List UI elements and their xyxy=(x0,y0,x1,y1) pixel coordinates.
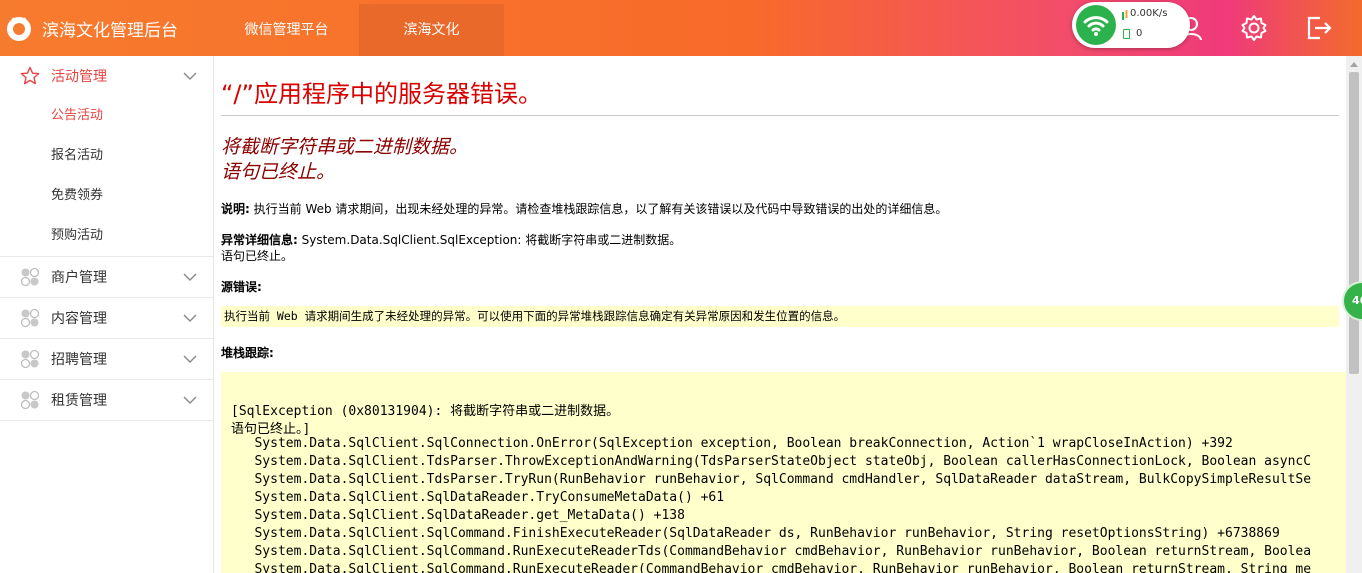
sidebar-item-content-management[interactable]: 内容管理 xyxy=(0,298,213,338)
star-icon xyxy=(20,66,40,85)
source-error-label: 源错误: xyxy=(221,278,262,295)
sidebar-item-label: 租赁管理 xyxy=(51,393,107,409)
sidebar-subitem-signup[interactable]: 报名活动 xyxy=(0,136,213,176)
stack-line: System.Data.SqlClient.TdsParser.ThrowExc… xyxy=(231,454,1312,469)
chevron-down-icon xyxy=(183,314,197,322)
logo-icon xyxy=(7,17,31,41)
content-frame: “/”应用程序中的服务器错误。 将截断字符串或二进制数据。 语句已终止。 说明:… xyxy=(214,56,1346,573)
speed-arrows-icon xyxy=(1122,10,1128,20)
top-nav: 微信管理平台 滨海文化 xyxy=(214,4,504,56)
exception-details: 异常详细信息: System.Data.SqlClient.SqlExcepti… xyxy=(221,231,681,248)
sidebar-subitem-presale[interactable]: 预购活动 xyxy=(0,216,213,256)
description-label: 说明: xyxy=(221,202,250,216)
battery-icon xyxy=(1123,29,1130,39)
sidebar-item-activity-management[interactable]: 活动管理 xyxy=(0,56,213,96)
scrollbar-thumb[interactable] xyxy=(1349,72,1359,374)
network-monitor-widget[interactable]: 0.00K/s 0 xyxy=(1072,2,1190,48)
menu-group-recruitment: 招聘管理 xyxy=(0,339,213,380)
device-count: 0 xyxy=(1136,28,1143,39)
wifi-icon xyxy=(1076,5,1116,45)
stack-line: System.Data.SqlClient.TdsParser.TryRun(R… xyxy=(231,472,1312,487)
sidebar-item-leasing-management[interactable]: 租赁管理 xyxy=(0,380,213,420)
source-error-label-text: 源错误: xyxy=(221,280,262,294)
menu-group-merchant: 商户管理 xyxy=(0,257,213,298)
error-description: 说明: 执行当前 Web 请求期间，出现未经处理的异常。请检查堆栈跟踪信息，以了… xyxy=(221,200,947,217)
source-error-box: 执行当前 Web 请求期间生成了未经处理的异常。可以使用下面的异常堆栈跟踪信息确… xyxy=(221,306,1339,327)
nav-binhai-culture[interactable]: 滨海文化 xyxy=(359,4,504,56)
brand-title: 滨海文化管理后台 xyxy=(42,20,178,41)
stack-trace-label: 堆栈跟踪: xyxy=(221,344,274,361)
nav-wechat-platform[interactable]: 微信管理平台 xyxy=(214,4,359,56)
grid-icon xyxy=(20,390,40,410)
grid-icon xyxy=(20,308,40,328)
sidebar-subitem-free-coupon[interactable]: 免费领券 xyxy=(0,176,213,216)
sidebar-item-label: 活动管理 xyxy=(51,69,107,85)
exception-details-line-2: 语句已终止。 xyxy=(221,249,294,263)
logout-icon[interactable] xyxy=(1304,14,1332,42)
menu-group-content: 内容管理 xyxy=(0,298,213,339)
chevron-down-icon xyxy=(183,355,197,363)
stack-trace-box: [SqlException (0x80131904): 将截断字符串或二进制数据… xyxy=(221,372,1346,573)
error-subtitle-2: 语句已终止。 xyxy=(221,161,336,183)
description-text: 执行当前 Web 请求期间，出现未经处理的异常。请检查堆栈跟踪信息，以了解有关该… xyxy=(249,202,948,216)
stack-line: System.Data.SqlClient.SqlDataReader.get_… xyxy=(231,508,685,523)
stack-line: System.Data.SqlClient.SqlCommand.FinishE… xyxy=(231,526,1280,541)
grid-icon xyxy=(20,349,40,369)
exception-details-label: 异常详细信息: xyxy=(221,233,298,247)
stack-line: System.Data.SqlClient.SqlCommand.RunExec… xyxy=(231,544,1312,559)
network-speed: 0.00K/s xyxy=(1130,8,1168,19)
menu-group-activity: 活动管理 公告活动 报名活动 免费领券 预购活动 xyxy=(0,56,213,257)
chevron-down-icon xyxy=(183,396,197,404)
error-title: “/”应用程序中的服务器错误。 xyxy=(221,80,542,108)
sidebar: 活动管理 公告活动 报名活动 免费领券 预购活动 商户管理 内容管理 招聘管理 … xyxy=(0,56,214,573)
sidebar-subitem-announcement[interactable]: 公告活动 xyxy=(0,96,213,136)
error-subtitle-1: 将截断字符串或二进制数据。 xyxy=(221,136,469,158)
sidebar-item-label: 招聘管理 xyxy=(51,352,107,368)
sidebar-item-merchant-management[interactable]: 商户管理 xyxy=(0,257,213,297)
exception-details-text: System.Data.SqlClient.SqlException: 将截断字… xyxy=(297,233,682,247)
stack-line: [SqlException (0x80131904): 将截断字符串或二进制数据… xyxy=(231,404,620,419)
sidebar-item-recruitment-management[interactable]: 招聘管理 xyxy=(0,339,213,379)
sidebar-item-label: 商户管理 xyxy=(51,270,107,286)
title-divider xyxy=(221,115,1339,116)
gear-icon[interactable] xyxy=(1240,14,1268,42)
chevron-down-icon xyxy=(183,273,197,281)
menu-group-leasing: 租赁管理 xyxy=(0,380,213,421)
stack-line: 语句已终止。] xyxy=(231,422,311,437)
grid-icon xyxy=(20,267,40,287)
stack-line: System.Data.SqlClient.SqlConnection.OnEr… xyxy=(231,436,1233,451)
sidebar-item-label: 内容管理 xyxy=(51,311,107,327)
chevron-down-icon xyxy=(183,72,197,80)
stack-trace-label-text: 堆栈跟踪: xyxy=(221,346,274,360)
stack-line: System.Data.SqlClient.SqlDataReader.TryC… xyxy=(231,490,725,505)
scroll-up-arrow-icon[interactable] xyxy=(1350,62,1358,67)
top-header: 滨海文化管理后台 微信管理平台 滨海文化 0.00K/s 0 xyxy=(0,0,1362,56)
brand[interactable]: 滨海文化管理后台 xyxy=(0,0,178,56)
stack-line: System.Data.SqlClient.SqlCommand.RunExec… xyxy=(231,562,1312,573)
